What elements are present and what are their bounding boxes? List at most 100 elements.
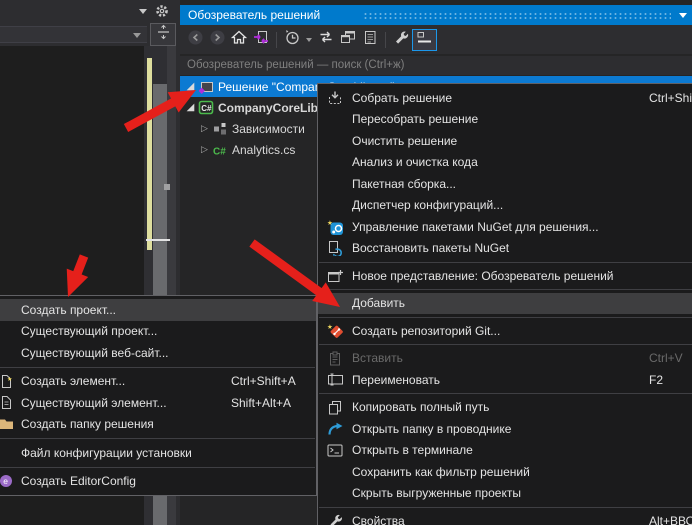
svg-text:★: ★ [327, 220, 333, 227]
menu-item-label: Создать папку решения [21, 417, 154, 431]
split-editor-button[interactable] [150, 23, 176, 46]
home-icon [231, 30, 247, 49]
menu-item-label: Свойства [352, 514, 405, 525]
show-all-files-icon [363, 30, 378, 50]
menu-item-copy-full-path[interactable]: Копировать полный путь [318, 397, 692, 419]
submenu-item-new-project[interactable]: Создать проект... [0, 299, 316, 321]
menu-item-shortcut: F2 [649, 373, 663, 387]
forward-button[interactable] [206, 29, 228, 51]
menu-item-code-analysis-cleanup[interactable]: Анализ и очистка кода [318, 152, 692, 174]
window-position-caret-icon[interactable] [679, 13, 687, 18]
submenu-item-existing-web-site[interactable]: Существующий веб-сайт... [0, 342, 316, 364]
menu-item-label: Добавить [352, 296, 405, 310]
menu-item-label: Файл конфигурации установки [21, 446, 192, 460]
menu-item-label: Очистить решение [352, 134, 457, 148]
menu-item-label: Существующий веб-сайт... [21, 346, 169, 360]
sync-with-active-document-button[interactable] [250, 29, 272, 51]
menu-item-label: Управление пакетами NuGet для решения... [352, 220, 599, 234]
menu-separator [319, 393, 692, 394]
menu-item-label: Собрать решение [352, 91, 452, 105]
navigation-dropdown[interactable] [0, 26, 147, 43]
menu-item-label: Создать репозиторий Git... [352, 324, 500, 338]
settings-button[interactable] [390, 29, 412, 51]
menu-item-label: Пакетная сборка... [352, 177, 456, 191]
back-button[interactable] [184, 29, 206, 51]
menu-item-paste[interactable]: Вставить Ctrl+V [318, 348, 692, 370]
menu-item-add[interactable]: Добавить [318, 293, 692, 315]
gear-icon[interactable] [155, 4, 169, 23]
editor-chrome-top [0, 0, 180, 23]
solution-icon [197, 80, 215, 94]
menu-separator [319, 344, 692, 345]
menu-item-open-folder-in-explorer[interactable]: Открыть папку в проводнике [318, 418, 692, 440]
menu-item-label: Пересобрать решение [352, 112, 478, 126]
submenu-item-installer-configuration-file[interactable]: Файл конфигурации установки [0, 442, 316, 464]
home-button[interactable] [228, 29, 250, 51]
menu-item-shortcut: Alt+ВВОД [649, 514, 692, 525]
menu-item-clean-solution[interactable]: Очистить решение [318, 130, 692, 152]
menu-item-label: Диспетчер конфигураций... [352, 198, 503, 212]
git-icon: ★ [318, 323, 352, 339]
menu-separator [319, 262, 692, 263]
menu-item-rename[interactable]: ПереименоватьF2 [318, 369, 692, 391]
menu-item-shortcut: Ctrl+V [649, 351, 683, 365]
collapse-all-button[interactable] [412, 29, 437, 51]
menu-item-restore-nuget-packages[interactable]: Восстановить пакеты NuGet [318, 238, 692, 260]
menu-item-hide-unloaded-projects[interactable]: Скрыть выгруженные проекты [318, 483, 692, 505]
chevron-down-icon[interactable] [306, 38, 312, 42]
properties-window-button[interactable] [337, 29, 359, 51]
scrollbar-map-marker [164, 184, 170, 190]
menu-item-label: Восстановить пакеты NuGet [352, 241, 509, 255]
menu-item-new-solution-explorer-view[interactable]: Новое представление: Обозреватель решени… [318, 265, 692, 287]
modified-lines-marker [147, 58, 152, 250]
menu-separator [0, 367, 315, 368]
window-menu-caret-icon[interactable] [139, 9, 147, 14]
menu-item-manage-nuget-packages[interactable]: ★ Управление пакетами NuGet для решения..… [318, 216, 692, 238]
collapsed-expander-icon[interactable]: ▷ [198, 118, 211, 139]
submenu-item-new-solution-folder[interactable]: Создать папку решения [0, 414, 316, 436]
paste-icon [318, 351, 352, 366]
titlebar-drag-grip [363, 12, 671, 19]
csharp-file-icon: C# [211, 143, 229, 157]
refresh-button[interactable] [315, 29, 337, 51]
expanded-expander-icon[interactable]: ◢ [184, 97, 197, 118]
nav-back-icon [188, 30, 203, 50]
menu-item-shortcut: Ctrl+Shift+A [231, 374, 296, 388]
menu-item-label: Вставить [352, 351, 403, 365]
collapsed-expander-icon[interactable]: ▷ [198, 139, 211, 160]
search-input[interactable]: Обозреватель решений — поиск (Ctrl+ж) [180, 56, 692, 75]
visual-studio-window: Обозреватель решений Обозреватель решени… [0, 0, 692, 525]
menu-item-label: Существующий элемент... [21, 396, 167, 410]
menu-item-configuration-manager[interactable]: Диспетчер конфигураций... [318, 195, 692, 217]
terminal-icon [318, 444, 352, 457]
editorconfig-icon: e [0, 474, 21, 488]
submenu-item-new-item[interactable]: ★Создать элемент...Ctrl+Shift+A [0, 371, 316, 393]
menu-item-shortcut: Shift+Alt+A [231, 396, 291, 410]
menu-item-open-in-terminal[interactable]: Открыть в терминале [318, 440, 692, 462]
pending-changes-filter-button[interactable] [281, 29, 303, 51]
submenu-item-create-editorconfig[interactable]: eСоздать EditorConfig [0, 471, 316, 493]
menu-item-rebuild-solution[interactable]: Пересобрать решение [318, 109, 692, 131]
menu-item-label: Создать элемент... [21, 374, 125, 388]
menu-item-label: Создать проект... [21, 303, 116, 317]
submenu-item-existing-project[interactable]: Существующий проект... [0, 321, 316, 343]
expanded-expander-icon[interactable]: ◢ [184, 76, 197, 97]
menu-item-shortcut: Ctrl+Shift+B [649, 91, 692, 105]
chevron-down-icon [133, 33, 141, 38]
toolbar-separator [276, 32, 277, 48]
menu-item-create-git-repository[interactable]: ★Создать репозиторий Git... [318, 320, 692, 342]
open-folder-icon [318, 422, 352, 436]
add-submenu: Создать проект... Существующий проект... С… [0, 295, 317, 496]
menu-item-label: Скрыть выгруженные проекты [352, 486, 521, 500]
svg-text:e: e [3, 476, 8, 486]
solution-explorer-titlebar[interactable]: Обозреватель решений [180, 5, 692, 25]
menu-item-batch-build[interactable]: Пакетная сборка... [318, 173, 692, 195]
show-all-files-button[interactable] [359, 29, 381, 51]
rename-icon [318, 373, 352, 386]
submenu-item-existing-item[interactable]: Существующий элемент... Shift+Alt+A [0, 392, 316, 414]
solution-explorer-toolbar [180, 25, 692, 54]
menu-separator [319, 289, 692, 290]
menu-item-save-as-solution-filter[interactable]: Сохранить как фильтр решений [318, 461, 692, 483]
menu-item-build-solution[interactable]: Собрать решение Ctrl+Shift+B [318, 87, 692, 109]
menu-item-properties[interactable]: Свойства Alt+ВВОД [318, 510, 692, 525]
